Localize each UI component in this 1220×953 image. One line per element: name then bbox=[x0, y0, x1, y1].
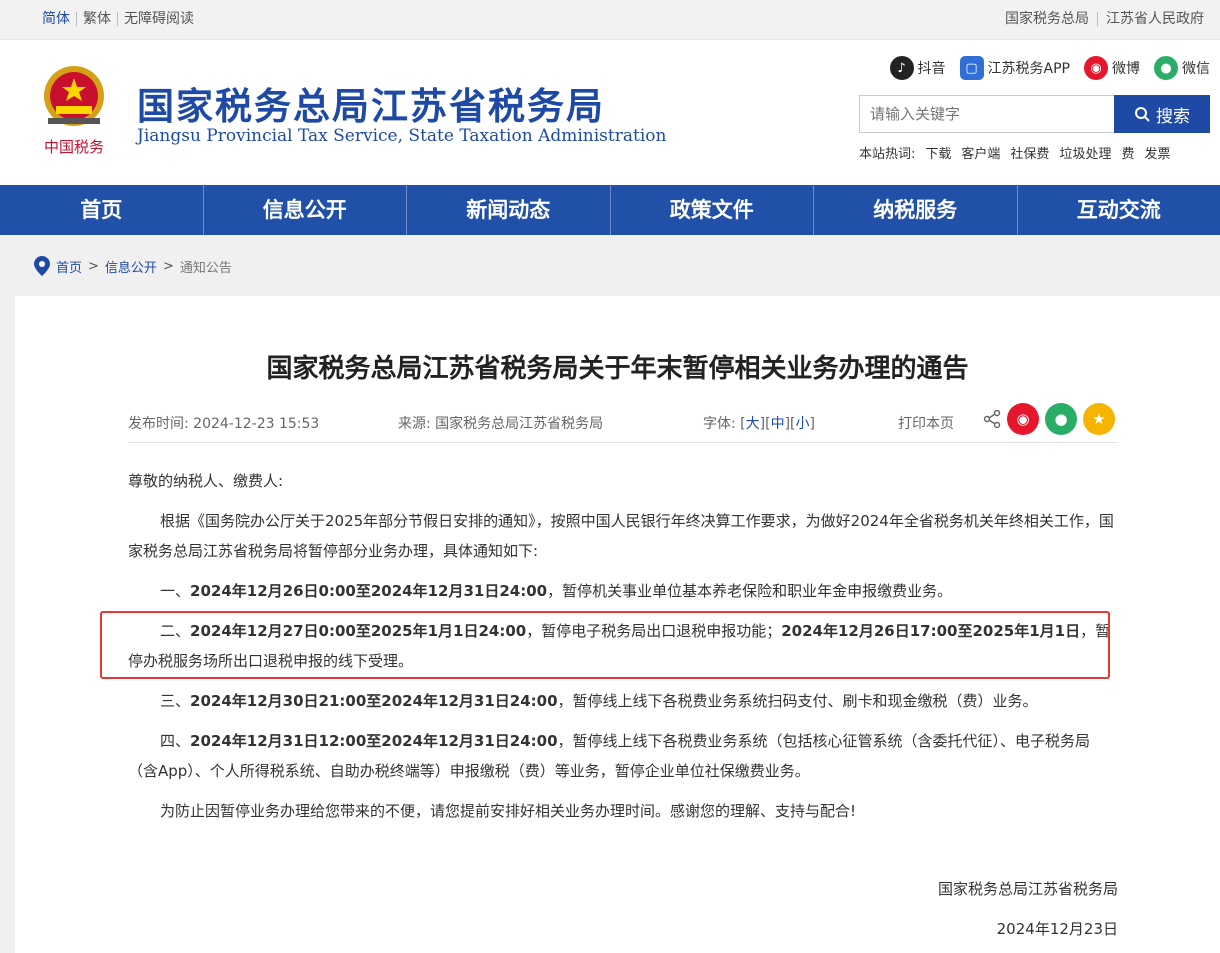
search-button-label: 搜索 bbox=[1156, 106, 1190, 127]
share-bar: ◉ ● ★ bbox=[983, 403, 1115, 435]
top-utility-bar: 简体 繁体 无障碍阅读 国家税务总局 江苏省人民政府 bbox=[0, 0, 1220, 40]
article-title: 国家税务总局江苏省税务局关于年末暂停相关业务办理的通告 bbox=[266, 354, 969, 384]
highlight-box bbox=[100, 611, 1110, 679]
article-container: 国家税务总局江苏省税务局关于年末暂停相关业务办理的通告 发布时间: 2024-1… bbox=[15, 296, 1220, 953]
tax-emblem-logo[interactable]: 中国税务 bbox=[34, 60, 114, 160]
external-links: 国家税务总局 江苏省人民政府 bbox=[997, 12, 1212, 26]
favorite-star-icon[interactable]: ★ bbox=[1083, 403, 1115, 435]
intro-paragraph: 根据《国务院办公厅关于2025年部分节假日安排的通知》，按照中国人民银行年终决算… bbox=[128, 512, 1114, 560]
site-subtitle: Jiangsu Provincial Tax Service, State Ta… bbox=[137, 126, 667, 146]
wechat-share-icon[interactable]: ● bbox=[1045, 403, 1077, 435]
nav-info-disclosure[interactable]: 信息公开 bbox=[202, 185, 407, 235]
nav-tax-service[interactable]: 纳税服务 bbox=[813, 185, 1017, 235]
weibo-link[interactable]: ◉ 微博 bbox=[1084, 56, 1140, 80]
hot-words-label: 本站热词: bbox=[859, 147, 916, 162]
site-header: 中国税务 国家税务总局江苏省税务局 Jiangsu Provincial Tax… bbox=[0, 40, 1220, 185]
site-title[interactable]: 国家税务总局江苏省税务局 bbox=[137, 76, 605, 130]
article-source: 来源: 国家税务总局江苏省税务局 bbox=[398, 416, 604, 432]
greeting: 尊敬的纳税人、缴费人: bbox=[128, 472, 284, 490]
item-4: 四、2024年12月31日12:00至2024年12月31日24:00，暂停线上… bbox=[128, 732, 1091, 780]
sta-link[interactable]: 国家税务总局 bbox=[997, 12, 1097, 26]
breadcrumb: 首页 > 信息公开 > 通知公告 bbox=[34, 256, 232, 276]
douyin-label: 抖音 bbox=[917, 61, 946, 77]
emblem-text: 中国税务 bbox=[44, 138, 104, 156]
signature: 国家税务总局江苏省税务局 bbox=[937, 880, 1118, 898]
hot-words: 本站热词: 下载 客户端 社保费 垃圾处理 费 发票 bbox=[859, 143, 1170, 162]
item-1: 一、2024年12月26日0:00至2024年12月31日24:00，暂停机关事… bbox=[160, 582, 953, 600]
nav-interaction[interactable]: 互动交流 bbox=[1016, 185, 1220, 235]
nav-policy[interactable]: 政策文件 bbox=[609, 185, 814, 235]
hot-word[interactable]: 下载 bbox=[925, 143, 951, 162]
nav-news[interactable]: 新闻动态 bbox=[406, 185, 610, 235]
location-pin-icon bbox=[34, 256, 50, 276]
wechat-icon: ● bbox=[1154, 56, 1178, 80]
breadcrumb-sep: > bbox=[88, 258, 99, 274]
share-icon[interactable] bbox=[983, 410, 1001, 428]
font-size-control: 字体: [大][中][小] bbox=[703, 416, 815, 432]
closing-paragraph: 为防止因暂停业务办理给您带来的不便，请您提前安排好相关业务办理时间。感谢您的理解… bbox=[160, 802, 857, 820]
app-label: 江苏税务APP bbox=[987, 61, 1070, 77]
main-nav: 首页 信息公开 新闻动态 政策文件 纳税服务 互动交流 bbox=[0, 185, 1220, 235]
font-size-label: 字体: bbox=[703, 416, 736, 432]
breadcrumb-section[interactable]: 信息公开 bbox=[105, 257, 157, 276]
wechat-link[interactable]: ● 微信 bbox=[1154, 56, 1210, 80]
app-icon: ▢ bbox=[959, 56, 984, 80]
publish-time: 发布时间: 2024-12-23 15:53 bbox=[128, 416, 320, 432]
print-button[interactable]: 打印本页 bbox=[898, 413, 954, 433]
douyin-icon: ♪ bbox=[889, 56, 914, 80]
simplified-chinese-link[interactable]: 简体 bbox=[42, 12, 76, 26]
nav-home[interactable]: 首页 bbox=[0, 185, 203, 235]
douyin-link[interactable]: ♪ 抖音 bbox=[889, 56, 946, 80]
language-switch: 简体 繁体 无障碍阅读 bbox=[42, 12, 200, 26]
search-button[interactable]: 搜索 bbox=[1114, 95, 1210, 133]
article-meta: 发布时间: 2024-12-23 15:53 来源: 国家税务总局江苏省税务局 … bbox=[128, 413, 1118, 443]
hot-word[interactable]: 垃圾处理 bbox=[1059, 143, 1111, 162]
jiangsu-gov-link[interactable]: 江苏省人民政府 bbox=[1097, 12, 1212, 26]
weibo-share-icon[interactable]: ◉ bbox=[1007, 403, 1039, 435]
weibo-label: 微博 bbox=[1112, 61, 1140, 77]
breadcrumb-sep: > bbox=[162, 258, 174, 274]
search-icon bbox=[1135, 107, 1150, 122]
hot-word[interactable]: 费 bbox=[1121, 143, 1134, 162]
hot-word[interactable]: 客户端 bbox=[961, 143, 1000, 162]
font-large-button[interactable]: 大 bbox=[746, 416, 760, 432]
social-links: ♪ 抖音 ▢ 江苏税务APP ◉ 微博 ● 微信 bbox=[889, 56, 1210, 80]
font-small-button[interactable]: 小 bbox=[796, 416, 810, 432]
breadcrumb-current: 通知公告 bbox=[179, 260, 232, 276]
hot-word[interactable]: 社保费 bbox=[1010, 143, 1049, 162]
breadcrumb-home[interactable]: 首页 bbox=[56, 257, 82, 276]
app-link[interactable]: ▢ 江苏税务APP bbox=[959, 56, 1070, 80]
wechat-label: 微信 bbox=[1182, 61, 1210, 77]
hot-word[interactable]: 发票 bbox=[1144, 143, 1170, 162]
weibo-icon: ◉ bbox=[1084, 56, 1108, 80]
font-medium-button[interactable]: 中 bbox=[771, 416, 785, 432]
search-input[interactable] bbox=[859, 95, 1115, 133]
signature-date: 2024年12月23日 bbox=[996, 920, 1118, 938]
traditional-chinese-link[interactable]: 繁体 bbox=[76, 12, 117, 26]
accessibility-link[interactable]: 无障碍阅读 bbox=[117, 12, 200, 26]
item-3: 三、2024年12月30日21:00至2024年12月31日24:00，暂停线上… bbox=[160, 692, 1038, 710]
